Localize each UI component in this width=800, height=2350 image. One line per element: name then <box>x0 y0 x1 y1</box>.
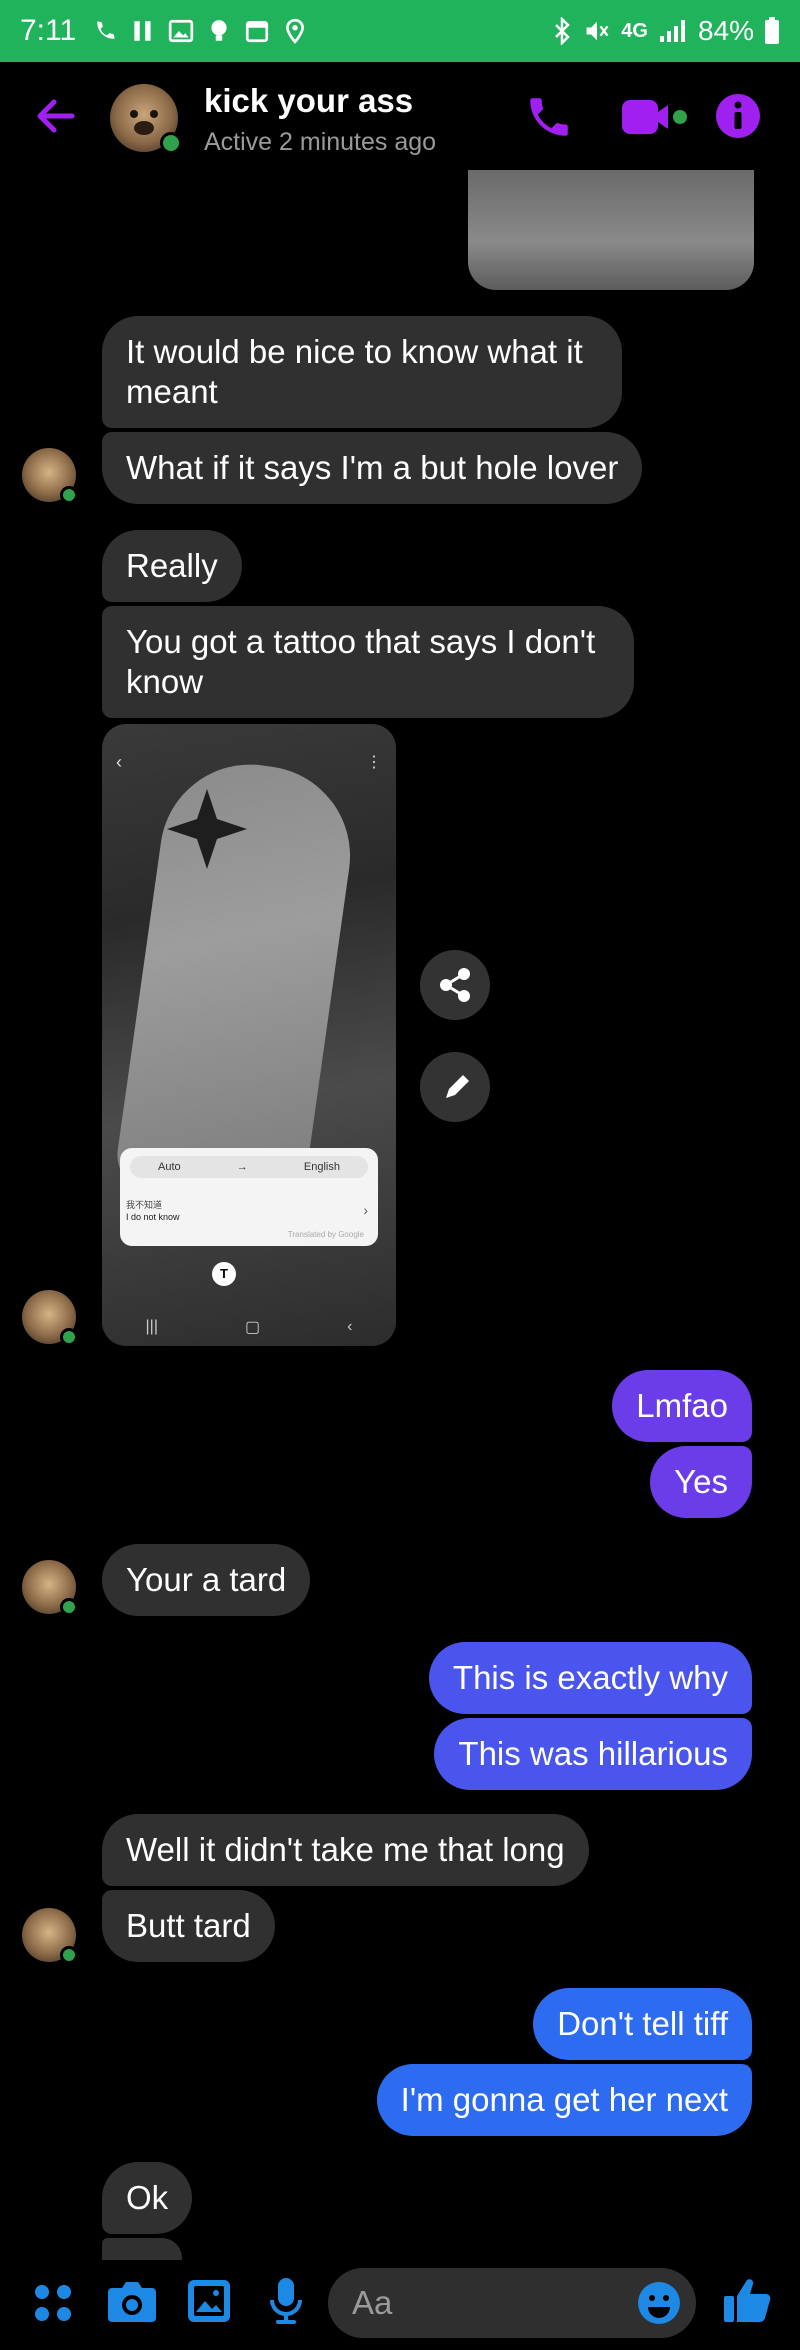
microphone-icon[interactable] <box>266 2276 306 2326</box>
message-list[interactable]: It would be nice to know what it meant W… <box>0 170 800 2260</box>
status-bar: 7:11 4G 84% <box>0 0 800 62</box>
target-language: English <box>303 1161 340 1173</box>
outgoing-message[interactable]: Don't tell tiff <box>533 1988 752 2060</box>
chevron-left-icon: ‹ <box>116 752 122 772</box>
apps-grid-icon[interactable] <box>32 2282 74 2324</box>
battery-icon <box>765 17 779 44</box>
recents-icon: ||| <box>145 1318 158 1335</box>
arrow-right-icon: → <box>236 1161 248 1173</box>
status-right: 4G 84% <box>551 15 780 47</box>
phone-call-icon[interactable] <box>524 92 574 142</box>
info-icon[interactable] <box>714 92 762 140</box>
online-indicator <box>60 1328 78 1346</box>
translated-by: Translated by Google <box>287 1230 364 1239</box>
share-button[interactable] <box>420 950 490 1020</box>
bulb-icon <box>211 20 227 41</box>
incoming-message[interactable]: What if it says I'm a but hole lover <box>102 432 643 504</box>
shared-photo[interactable] <box>468 170 754 290</box>
status-left-icons <box>92 18 306 44</box>
network-type: 4G <box>621 20 648 42</box>
home-icon: ▢ <box>244 1319 261 1336</box>
thumbs-up-icon[interactable] <box>722 2274 774 2326</box>
gallery-icon[interactable] <box>186 2278 232 2324</box>
outgoing-message[interactable]: Lmfao <box>612 1370 752 1442</box>
incoming-message[interactable]: Really <box>102 530 242 602</box>
back-icon: ‹ <box>347 1318 353 1335</box>
result-text: I do not know <box>126 1212 180 1222</box>
composer-bar <box>0 2260 800 2350</box>
text-tool-icon: T <box>212 1262 236 1286</box>
active-status: Active 2 minutes ago <box>204 128 437 156</box>
online-indicator <box>60 486 78 504</box>
outgoing-message[interactable]: This was hillarious <box>434 1718 752 1790</box>
incoming-message-partial[interactable] <box>102 2238 182 2260</box>
incoming-message[interactable]: Ok <box>102 2162 193 2234</box>
location-icon <box>286 18 305 44</box>
incoming-message[interactable]: Butt tard <box>102 1890 275 1962</box>
language-bar: Auto → English <box>130 1156 368 1178</box>
online-indicator <box>160 132 182 154</box>
pause-icon <box>134 21 151 41</box>
online-indicator <box>60 1598 78 1616</box>
outgoing-message[interactable]: I'm gonna get her next <box>376 2064 752 2136</box>
outgoing-message[interactable]: This is exactly why <box>428 1642 752 1714</box>
conversation-header: kick your ass Active 2 minutes ago <box>0 62 800 170</box>
edit-button[interactable] <box>420 1052 490 1122</box>
source-language: Auto <box>158 1161 181 1173</box>
contact-name[interactable]: kick your ass <box>204 82 413 120</box>
calendar-icon <box>246 20 269 43</box>
more-vert-icon: ⋮ <box>366 754 382 771</box>
online-indicator <box>60 1946 78 1964</box>
gallery-icon <box>168 19 194 43</box>
translate-card: Auto → English 我不知道 I do not know › Tran… <box>120 1148 378 1246</box>
source-text: 我不知道 <box>126 1200 163 1210</box>
tattoo-cross-icon <box>167 789 247 869</box>
incoming-message[interactable]: It would be nice to know what it meant <box>102 316 622 428</box>
video-call-icon[interactable] <box>620 96 688 138</box>
incoming-message[interactable]: Well it didn't take me that long <box>102 1814 589 1886</box>
emoji-icon[interactable] <box>636 2280 682 2326</box>
signal-icon <box>659 20 685 42</box>
camera-icon[interactable] <box>106 2278 158 2324</box>
incoming-message[interactable]: Your a tard <box>102 1544 311 1616</box>
status-time: 7:11 <box>20 14 77 47</box>
chevron-right-icon: › <box>363 1202 368 1218</box>
outgoing-message[interactable]: Yes <box>650 1446 752 1518</box>
bluetooth-icon <box>555 17 571 45</box>
image-attachment[interactable]: ‹ ⋮ Auto → English 我不知道 I do not know › … <box>102 724 396 1346</box>
mute-icon <box>586 21 609 41</box>
incoming-message[interactable]: You got a tattoo that says I don't know <box>102 606 634 718</box>
battery-percent: 84% <box>697 15 754 46</box>
attachment-navbar: ||| ▢ ‹ <box>102 1308 396 1346</box>
back-arrow-icon[interactable] <box>28 88 84 144</box>
phone-wifi-icon <box>97 21 115 39</box>
